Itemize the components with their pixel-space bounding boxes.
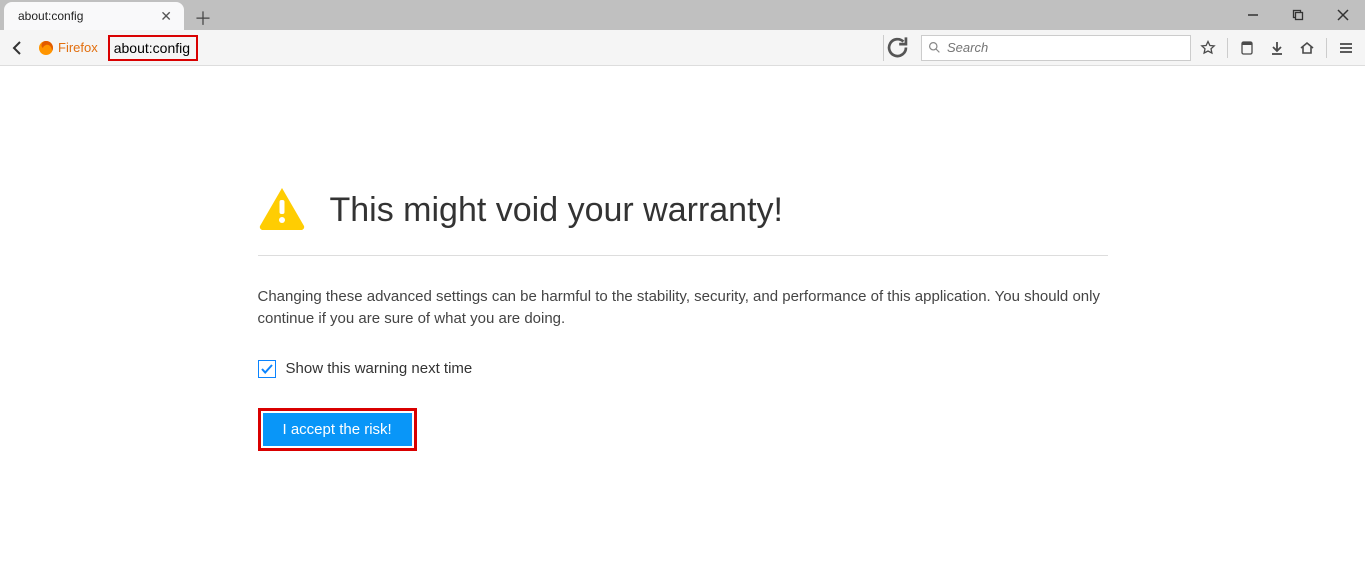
toolbar-separator	[1227, 38, 1228, 58]
show-warning-label: Show this warning next time	[286, 360, 473, 377]
tab-about-config[interactable]: about:config ✕	[4, 2, 184, 30]
identity-box[interactable]: Firefox	[34, 35, 104, 61]
check-icon	[260, 362, 274, 376]
url-input[interactable]	[114, 40, 192, 56]
content-area: This might void your warranty! Changing …	[0, 66, 1365, 451]
search-input[interactable]	[947, 40, 1184, 55]
back-button[interactable]	[6, 36, 30, 60]
window-controls	[1230, 0, 1365, 30]
library-button[interactable]	[1234, 35, 1260, 61]
window-minimize-button[interactable]	[1230, 0, 1275, 30]
downloads-button[interactable]	[1264, 35, 1290, 61]
show-warning-checkbox[interactable]	[258, 360, 276, 378]
url-bar-spacer[interactable]	[202, 35, 879, 61]
search-icon	[928, 41, 941, 54]
tab-title: about:config	[18, 9, 83, 23]
reload-button[interactable]	[883, 35, 911, 61]
window-maximize-button[interactable]	[1275, 0, 1320, 30]
warning-panel: This might void your warranty! Changing …	[258, 186, 1108, 451]
warning-title: This might void your warranty!	[330, 191, 784, 230]
window-close-button[interactable]	[1320, 0, 1365, 30]
identity-label: Firefox	[58, 40, 98, 55]
bookmark-star-button[interactable]	[1195, 35, 1221, 61]
toolbar: Firefox	[0, 30, 1365, 66]
accept-highlight-box: I accept the risk!	[258, 408, 417, 451]
accept-risk-button[interactable]: I accept the risk!	[263, 413, 412, 446]
url-highlight-box	[108, 35, 198, 61]
new-tab-button[interactable]: ＋	[190, 6, 216, 30]
warning-icon	[258, 186, 306, 235]
search-box[interactable]	[921, 35, 1191, 61]
warning-body: Changing these advanced settings can be …	[258, 286, 1108, 330]
tab-strip: about:config ✕ ＋	[0, 0, 1365, 30]
toolbar-separator	[1326, 38, 1327, 58]
home-button[interactable]	[1294, 35, 1320, 61]
firefox-icon	[38, 40, 54, 56]
tab-close-button[interactable]: ✕	[156, 8, 176, 25]
menu-button[interactable]	[1333, 35, 1359, 61]
